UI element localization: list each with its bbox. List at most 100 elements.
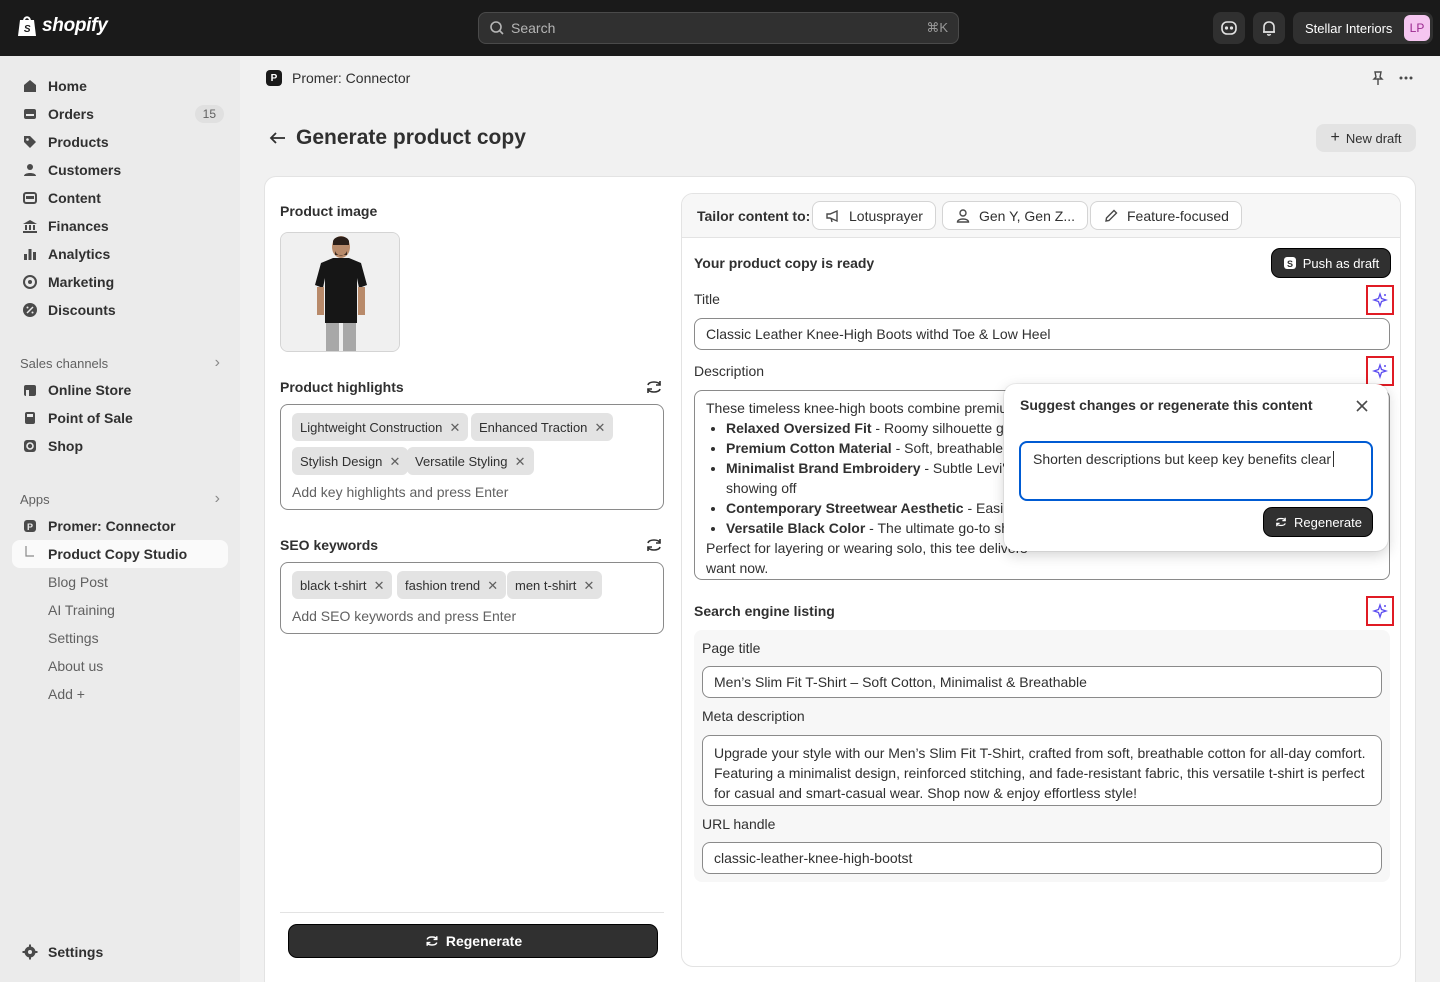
sidebar-item-add[interactable]: Add + [12, 680, 228, 708]
new-draft-button[interactable]: + New draft [1316, 124, 1416, 152]
remove-tag-icon[interactable]: ✕ [487, 578, 498, 594]
divider [280, 912, 664, 913]
highlight-tag[interactable]: Enhanced Traction ✕ [471, 413, 614, 441]
sidebar-item-ai-training[interactable]: AI Training [12, 596, 228, 624]
suggestion-text: Shorten descriptions but keep key benefi… [1033, 451, 1332, 467]
remove-tag-icon[interactable]: ✕ [374, 578, 385, 594]
shopify-logo[interactable]: S shopify [16, 14, 108, 38]
sidebar-item-shop[interactable]: Shop [12, 432, 228, 460]
sidebar-item-analytics[interactable]: Analytics [12, 240, 228, 268]
sales-channels-label: Sales channels [20, 355, 109, 371]
chevron-right-icon: › [214, 490, 220, 507]
highlight-tag[interactable]: Versatile Styling ✕ [407, 447, 534, 475]
apps-header[interactable]: Apps › [20, 490, 220, 508]
sidebar-item-label: Finances [48, 218, 109, 234]
home-icon [24, 80, 36, 92]
gear-icon [22, 944, 38, 960]
shopify-bag-icon: S [1283, 257, 1296, 269]
sidebar-item-home[interactable]: Home [12, 72, 228, 100]
sidebar-item-label: Products [48, 134, 109, 150]
sales-channels-header[interactable]: Sales channels › [20, 354, 220, 372]
sidebar-item-finances[interactable]: Finances [12, 212, 228, 240]
sidebar-item-products[interactable]: Products [12, 128, 228, 156]
product-image[interactable] [280, 232, 400, 352]
text-cursor [1333, 451, 1335, 467]
push-as-draft-button[interactable]: S Push as draft [1272, 249, 1390, 277]
notifications-button[interactable] [1253, 12, 1285, 44]
audience-chip[interactable]: Gen Y, Gen Z... [942, 201, 1088, 230]
sidebar-item-promer-connector[interactable]: P Promer: Connector [12, 512, 228, 540]
sidebar-item-label: Add + [48, 686, 85, 702]
sidebar-item-customers[interactable]: Customers [12, 156, 228, 184]
sidebar-item-label: AI Training [48, 602, 115, 618]
focus-chip[interactable]: Feature-focused [1090, 201, 1242, 230]
store-icon [24, 385, 36, 396]
svg-text:S: S [1287, 259, 1293, 269]
search-input[interactable]: Search ⌘K [478, 12, 959, 44]
meta-description-input[interactable]: Upgrade your style with our Men’s Slim F… [702, 735, 1382, 806]
sidebar-item-settings[interactable]: Settings [12, 938, 228, 966]
sidebar-item-point-of-sale[interactable]: Point of Sale [12, 404, 228, 432]
page-title: Generate product copy [296, 126, 526, 149]
suggest-changes-popover: Suggest changes or regenerate this conte… [1004, 384, 1388, 551]
ai-suggest-description-button[interactable] [1366, 356, 1394, 386]
refresh-icon[interactable] [644, 535, 664, 555]
regenerate-label: Regenerate [445, 933, 523, 949]
sidebar-item-app-settings[interactable]: Settings [12, 624, 228, 652]
ai-suggest-title-button[interactable] [1366, 285, 1394, 315]
regenerate-button[interactable]: Regenerate [289, 925, 657, 957]
search-placeholder: Search [511, 20, 556, 36]
plus-icon: + [1330, 129, 1340, 146]
sidebar-item-about-us[interactable]: About us [12, 652, 228, 680]
more-options-icon[interactable] [1398, 70, 1414, 86]
sidebar-item-blog-post[interactable]: Blog Post [12, 568, 228, 596]
seo-placeholder: Add SEO keywords and press Enter [292, 608, 517, 624]
svg-text:P: P [27, 522, 33, 532]
remove-tag-icon[interactable]: ✕ [515, 454, 526, 470]
suggestion-input[interactable]: Shorten descriptions but keep key benefi… [1019, 441, 1373, 501]
ai-suggest-seo-button[interactable] [1366, 596, 1394, 626]
refresh-icon[interactable] [644, 377, 664, 397]
pin-icon[interactable] [1370, 70, 1386, 86]
highlights-tag-input[interactable]: Lightweight Construction ✕ Enhanced Tract… [280, 404, 664, 510]
shop-icon [24, 440, 36, 452]
page-title-input[interactable]: Men’s Slim Fit T-Shirt – Soft Cotton, Mi… [702, 666, 1382, 698]
bullet-title: Relaxed Oversized Fit [726, 420, 872, 436]
highlight-tag[interactable]: Stylish Design ✕ [292, 447, 409, 475]
seo-tag[interactable]: fashion trend ✕ [397, 571, 507, 599]
sidebar-item-product-copy-studio[interactable]: Product Copy Studio [12, 540, 228, 568]
highlight-tag[interactable]: Lightweight Construction ✕ [292, 413, 469, 441]
sidebar-item-orders[interactable]: Orders 15 [12, 100, 228, 128]
sidebar-item-label: Marketing [48, 274, 115, 290]
seo-tag[interactable]: men t-shirt ✕ [507, 571, 603, 599]
back-arrow-icon[interactable] [268, 130, 288, 146]
title-input[interactable]: Classic Leather Knee-High Boots withd To… [694, 318, 1390, 350]
sidebar-item-label: Content [48, 190, 101, 206]
refresh-icon [426, 936, 438, 946]
product-photo-man-tshirt [281, 233, 399, 351]
remove-tag-icon[interactable]: ✕ [584, 578, 595, 594]
remove-tag-icon[interactable]: ✕ [449, 420, 460, 436]
close-icon[interactable] [1354, 398, 1370, 414]
sidebar-item-discounts[interactable]: Discounts [12, 296, 228, 324]
tailor-label: Tailor content to: [697, 208, 811, 224]
sidebar-item-content[interactable]: Content [12, 184, 228, 212]
seo-tag[interactable]: black t-shirt ✕ [292, 571, 393, 599]
sidebar-item-label: Settings [48, 630, 99, 646]
store-menu-button[interactable]: Stellar Interiors LP [1293, 12, 1433, 44]
popover-regenerate-button[interactable]: Regenerate [1264, 508, 1372, 536]
page-title-value: Men’s Slim Fit T-Shirt – Soft Cotton, Mi… [714, 674, 1087, 690]
remove-tag-icon[interactable]: ✕ [595, 420, 606, 436]
seo-keywords-tag-input[interactable]: black t-shirt ✕ fashion trend ✕ men t-shir… [280, 562, 664, 634]
brand-voice-chip[interactable]: Lotusprayer [812, 201, 936, 230]
sidebar-item-label: Discounts [48, 302, 116, 318]
app-title: Promer: Connector [292, 70, 411, 86]
chip-label: Lotusprayer [849, 207, 923, 224]
url-handle-input[interactable]: classic-leather-knee-high-bootst [702, 842, 1382, 874]
person-icon [956, 208, 970, 223]
sidebar-item-marketing[interactable]: Marketing [12, 268, 228, 296]
remove-tag-icon[interactable]: ✕ [389, 454, 400, 470]
sidebar-item-online-store[interactable]: Online Store [12, 376, 228, 404]
sidekick-button[interactable] [1213, 12, 1245, 44]
sparkle-icon [1372, 292, 1388, 308]
